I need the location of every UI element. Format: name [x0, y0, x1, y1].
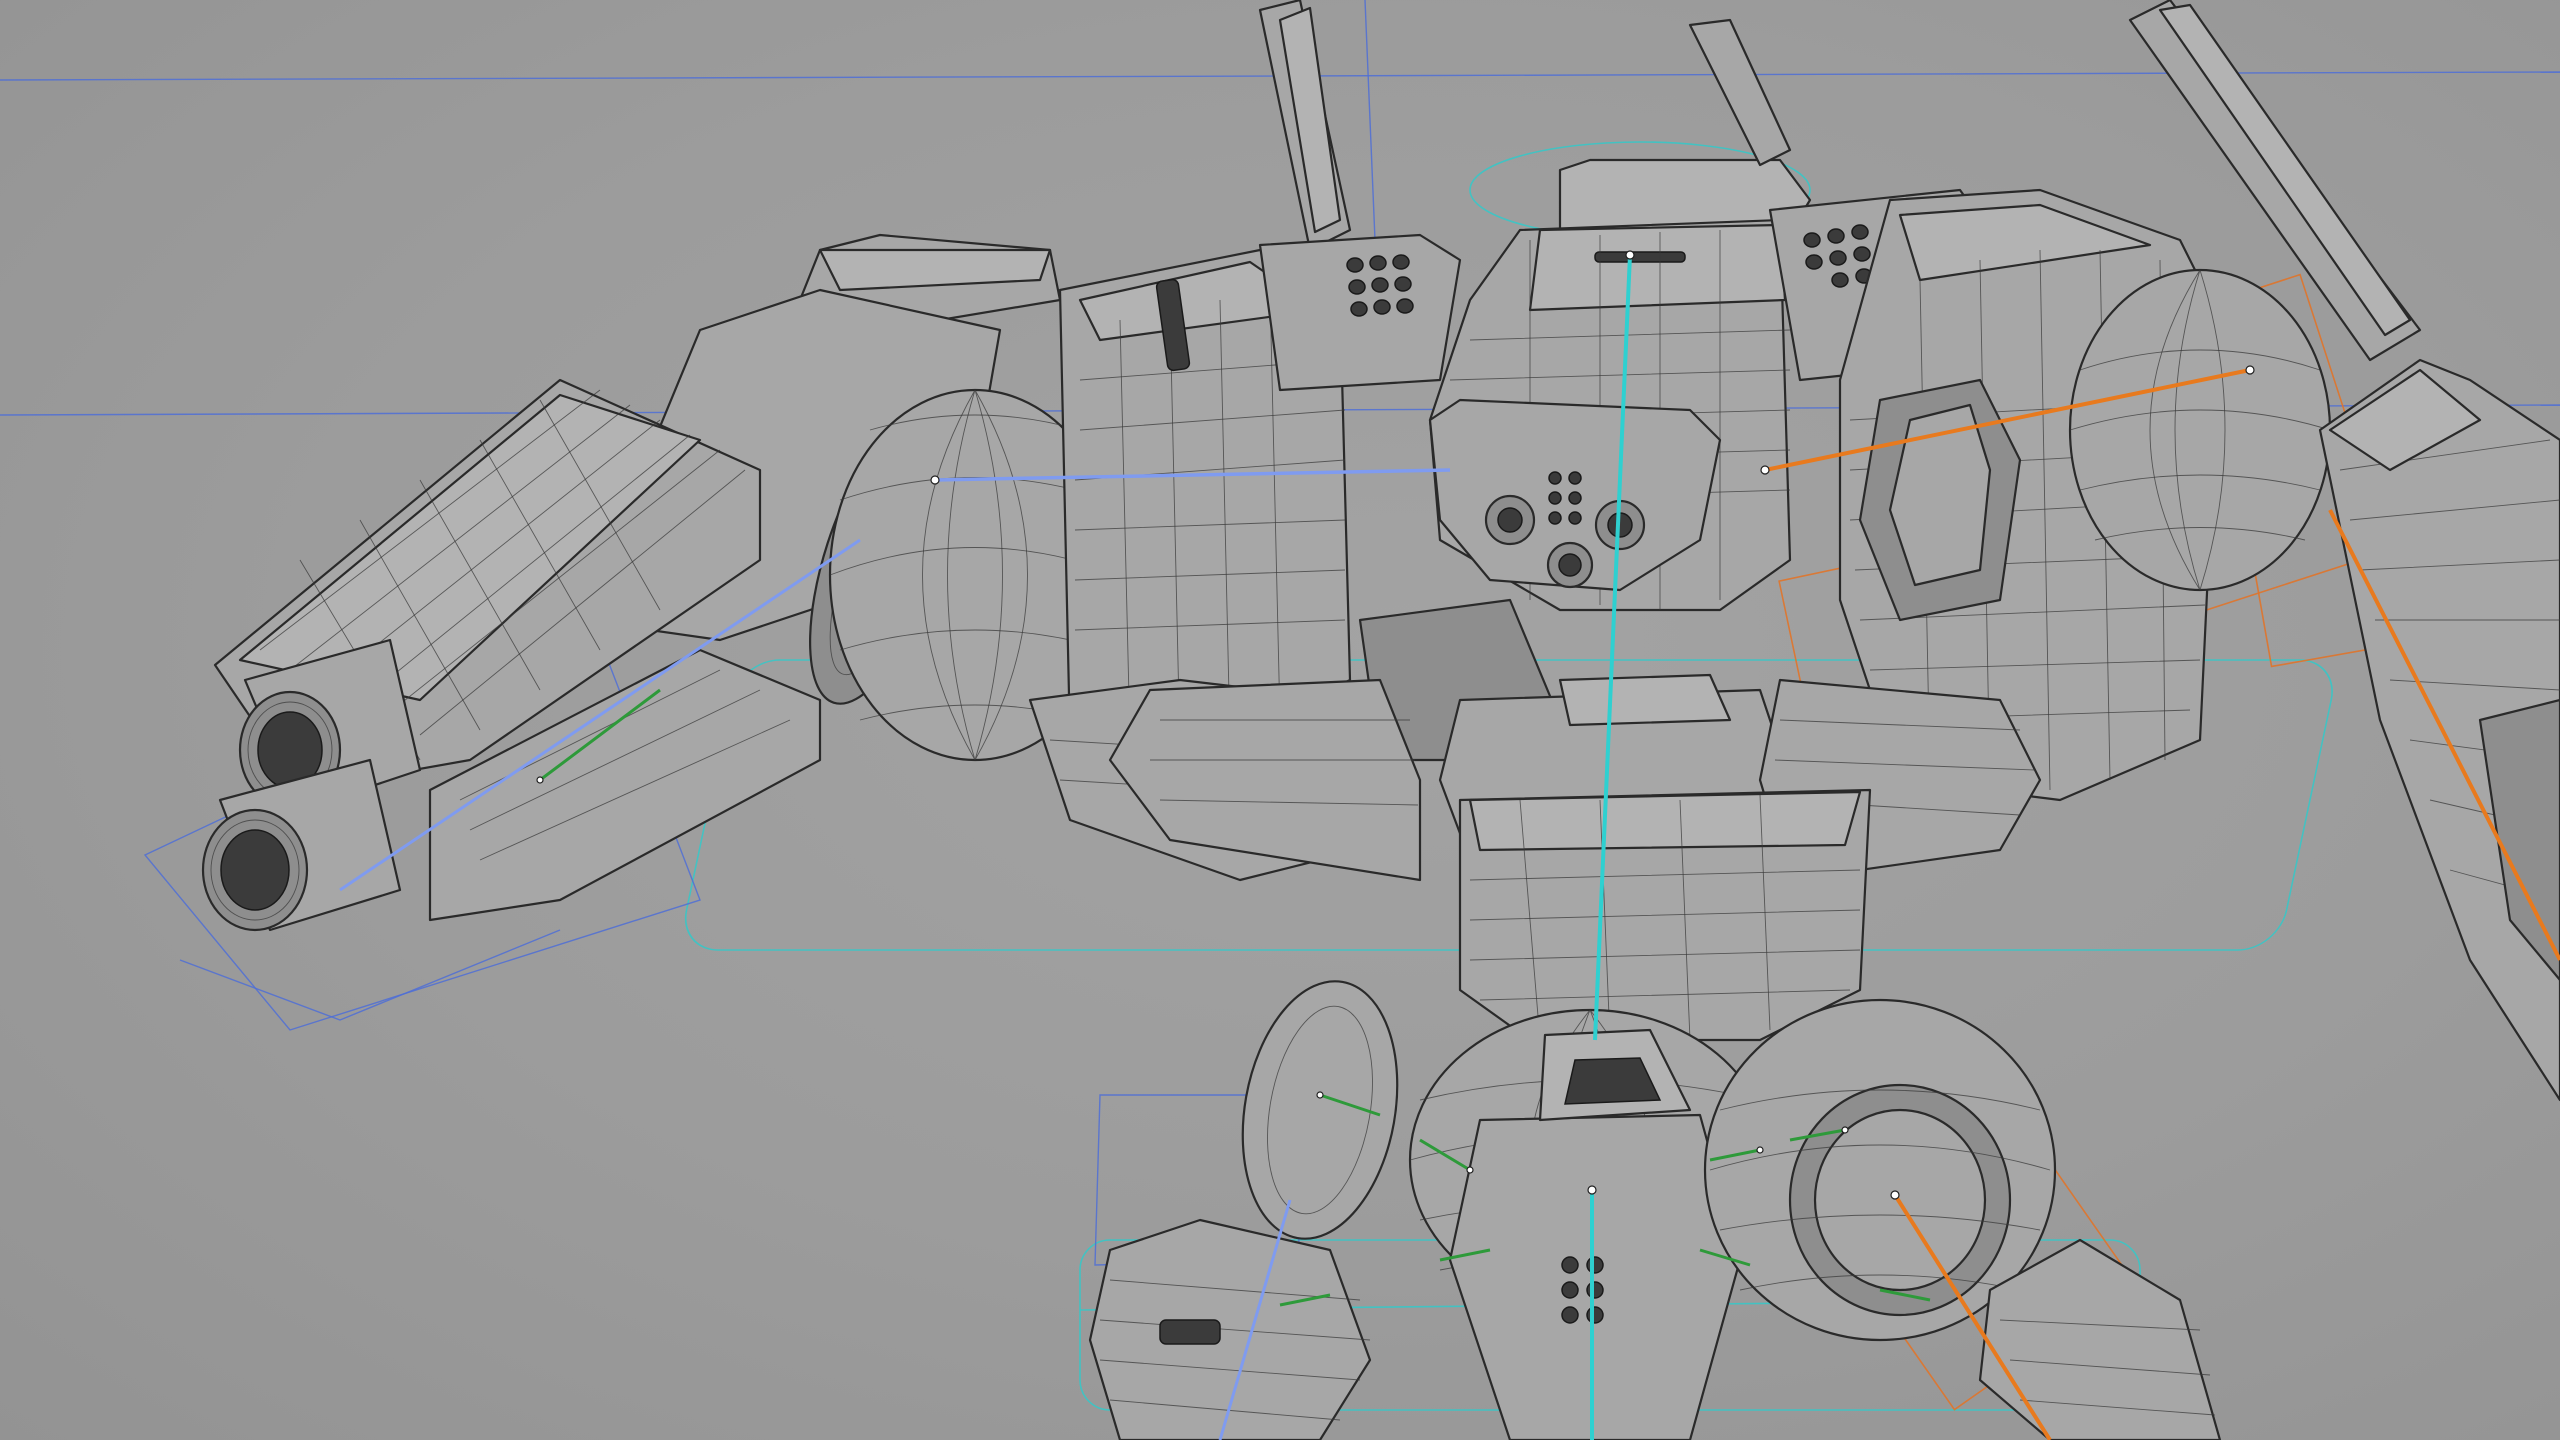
vent-grid-left: [1346, 254, 1414, 317]
barrel-lower: [201, 758, 402, 932]
wireframe-scene: [0, 0, 2560, 1440]
right-arm: [2318, 358, 2560, 1102]
left-shoulder-wing: [1258, 0, 1352, 252]
3d-viewport[interactable]: [0, 0, 2560, 1440]
right-thigh: [1703, 998, 2222, 1440]
left-thigh: [1088, 980, 1399, 1440]
